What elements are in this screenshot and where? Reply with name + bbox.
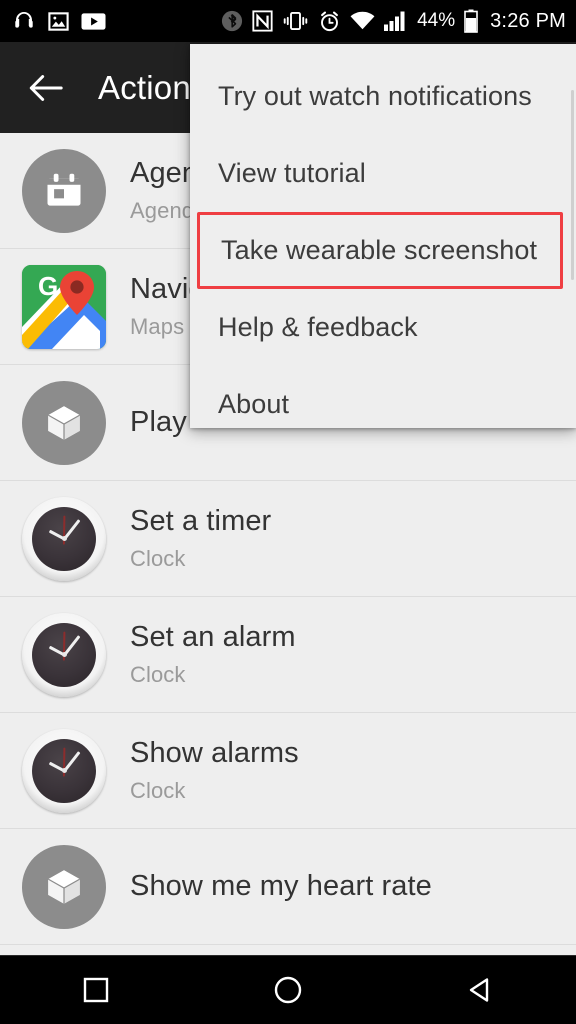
back-button[interactable] [14, 56, 78, 120]
row-icon: G [22, 264, 106, 349]
clock-pivot [61, 768, 67, 773]
clock-time-label: 3:26 PM [490, 9, 566, 32]
row-icon [22, 844, 106, 929]
clock-face [32, 622, 96, 687]
clock-icon [22, 496, 106, 581]
status-bar: 44% 3:26 PM [0, 0, 576, 42]
svg-text:G: G [38, 271, 58, 301]
menu-item-label: Try out watch notifications [218, 81, 532, 111]
vibrate-icon [282, 10, 309, 32]
youtube-icon [81, 12, 106, 31]
back-arrow-icon [29, 74, 63, 101]
menu-item-view-tutorial[interactable]: View tutorial [190, 135, 576, 212]
menu-item-label: Help & feedback [218, 312, 418, 342]
menu-item-label: View tutorial [218, 158, 366, 188]
clock-pivot [61, 652, 67, 657]
clock-icon [22, 612, 106, 697]
row-title: Show alarms [130, 737, 299, 770]
menu-item-about[interactable]: About [190, 366, 576, 443]
battery-icon [464, 9, 478, 33]
row-title: Set an alarm [130, 621, 296, 654]
row-text: Set an alarm Clock [130, 621, 296, 687]
row-subtitle: Clock [130, 661, 186, 687]
row-subtitle: Agend [130, 197, 195, 223]
battery-percent-label: 44% [417, 10, 456, 31]
maps-icon: G [22, 264, 106, 349]
menu-item-take-wearable-screenshot[interactable]: Take wearable screenshot [197, 212, 563, 289]
row-text: Show me my heart rate [130, 870, 432, 903]
menu-item-help-and-feedback[interactable]: Help & feedback [190, 289, 576, 366]
overflow-menu[interactable]: Try out watch notifications View tutoria… [190, 44, 576, 428]
row-text: Show alarms Clock [130, 737, 299, 803]
signal-icon [384, 11, 408, 31]
list-item[interactable]: Show me my heart rate [0, 829, 576, 945]
navigation-bar [0, 955, 576, 1024]
box-icon [22, 380, 106, 465]
recents-button[interactable] [41, 956, 151, 1024]
row-icon [22, 612, 106, 697]
status-bar-left-icons [12, 9, 106, 33]
clock-icon [22, 728, 106, 813]
row-title: Set a timer [130, 505, 272, 538]
recents-square-icon [83, 977, 109, 1003]
alarm-icon [318, 10, 341, 33]
row-icon [22, 380, 106, 465]
row-text: Set a timer Clock [130, 505, 271, 571]
menu-item-label: About [218, 389, 290, 419]
headphones-icon [12, 9, 36, 33]
home-circle-icon [274, 976, 302, 1004]
clock-face [32, 738, 96, 803]
photo-icon [47, 10, 70, 33]
list-item[interactable]: Set an alarm Clock [0, 597, 576, 713]
list-item[interactable]: Show alarms Clock [0, 713, 576, 829]
row-title: Play [130, 405, 187, 438]
row-text: Play [130, 406, 187, 439]
nfc-icon [252, 10, 273, 32]
bluetooth-icon [221, 10, 243, 32]
home-button[interactable] [233, 956, 343, 1024]
menu-item-try-out-watch-notifications[interactable]: Try out watch notifications [190, 58, 576, 135]
menu-scrollbar[interactable] [571, 90, 574, 280]
menu-item-label: Take wearable screenshot [221, 235, 538, 265]
back-triangle-icon [469, 978, 489, 1002]
clock-pivot [61, 536, 67, 541]
row-title: Show me my heart rate [130, 869, 432, 902]
page-title: Action [98, 68, 191, 106]
row-icon [22, 496, 106, 581]
back-nav-button[interactable] [425, 956, 535, 1024]
row-title: Agen [130, 157, 199, 190]
clock-face [32, 506, 96, 571]
row-text: Agen Agend [130, 157, 198, 223]
row-icon [22, 728, 106, 813]
status-bar-right-icons: 44% 3:26 PM [221, 9, 566, 33]
calendar-icon [22, 148, 106, 233]
row-icon [22, 148, 106, 233]
wifi-icon [350, 11, 375, 31]
row-subtitle: Clock [130, 777, 186, 803]
phone-screen: 44% 3:26 PM Action Agen Agend G Navig Ma… [0, 0, 576, 1024]
box-icon [22, 844, 106, 929]
list-item[interactable]: Set a timer Clock [0, 481, 576, 597]
row-subtitle: Clock [130, 545, 186, 571]
